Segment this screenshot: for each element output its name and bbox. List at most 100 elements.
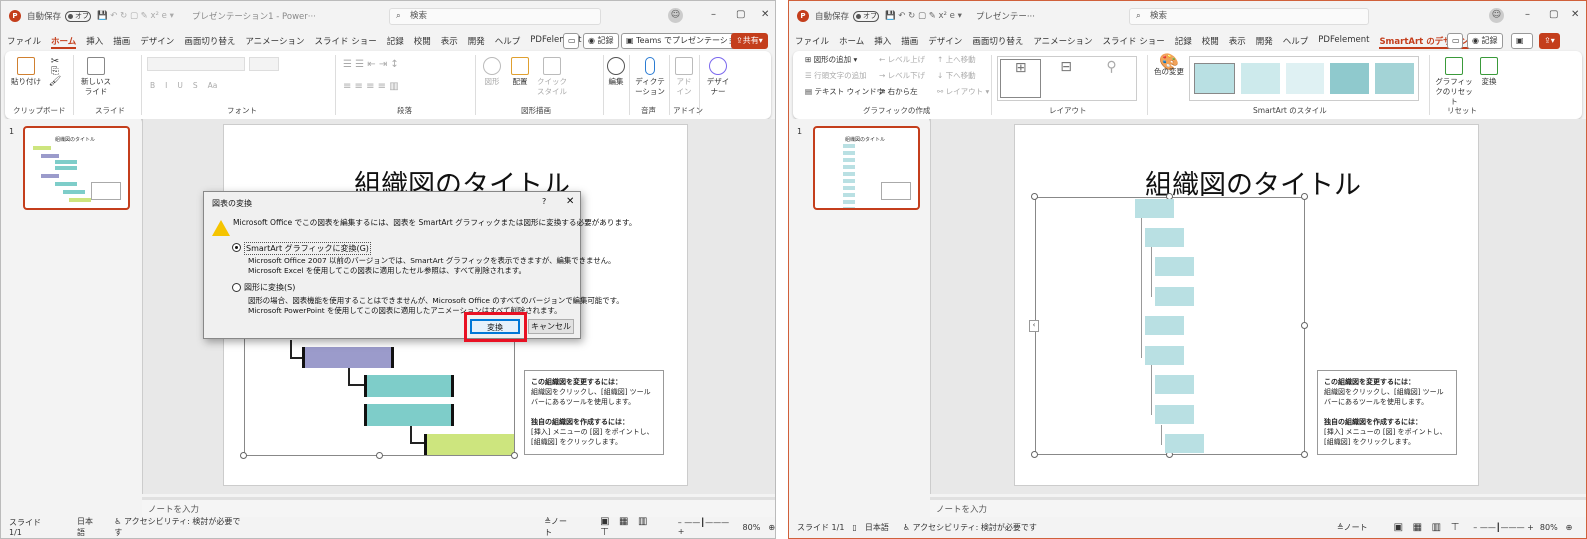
close-button[interactable]: ✕ (761, 9, 769, 20)
zoom-level[interactable]: 80% (743, 523, 761, 532)
help-button[interactable]: ? (542, 197, 546, 206)
smartart-shape[interactable] (1135, 199, 1174, 218)
smartart-shape[interactable] (1165, 434, 1204, 453)
smartart-shape[interactable] (1155, 375, 1194, 394)
style-option[interactable] (1330, 63, 1370, 94)
add-shape-button[interactable]: ⊞ 図形の追加 ▾ (805, 55, 857, 65)
teams-button[interactable]: ▣ Teams でプレゼンテーション (621, 33, 749, 49)
change-colors-button[interactable]: 🎨 色の変更 (1153, 54, 1185, 77)
view-buttons[interactable]: ▣ ▦ ▥ ⊤ (600, 516, 664, 538)
smartart-radio[interactable] (232, 243, 241, 252)
slide-thumbnail[interactable]: 組織図のタイトル (813, 126, 920, 210)
view-buttons[interactable]: ▣ ▦ ▥ ⊤ (1394, 522, 1460, 533)
maximize-button[interactable]: ▢ (1549, 9, 1558, 20)
tab[interactable]: 挿入 (874, 35, 891, 49)
search-input[interactable]: ⌕ 検索 (389, 8, 601, 25)
style-option[interactable] (1375, 63, 1414, 94)
layout-gallery[interactable]: ⊞ ⊟ ⚲ (997, 56, 1137, 101)
tab[interactable]: ヘルプ (1283, 35, 1309, 49)
tab[interactable]: 校閲 (414, 35, 431, 49)
tab[interactable]: スライド ショー (1103, 35, 1165, 49)
zoom-slider[interactable]: – ——┃——— + (1473, 523, 1534, 532)
slide-canvas[interactable]: 組織図のタイトル ‹ この組織図を変更するには： 組織図をクリックし、[組織図] … (1014, 124, 1479, 486)
tab[interactable]: ファイル (795, 35, 829, 49)
close-button[interactable]: ✕ (566, 196, 574, 207)
shapes-button[interactable]: 図形 (479, 57, 505, 87)
avatar[interactable]: ☺ (668, 8, 683, 23)
layout-button[interactable]: ⚯ レイアウト ▾ (937, 87, 989, 97)
smartart-shape[interactable] (1145, 228, 1184, 247)
notes-input[interactable]: ノートを入力 (930, 497, 1586, 517)
tab[interactable]: デザイン (140, 35, 174, 49)
editing-button[interactable]: 編集 (605, 57, 627, 87)
org-box[interactable] (364, 375, 454, 397)
paste-button[interactable]: 貼り付け (11, 57, 41, 87)
record-button[interactable]: ◉ 記録 (583, 33, 619, 49)
slide-thumbnail[interactable]: 組織図のタイトル (23, 126, 130, 210)
fit-slide-icon[interactable]: ⊕ (1566, 523, 1573, 532)
notes-input[interactable]: ノートを入力 (142, 497, 775, 517)
share-button[interactable]: ⇪▾ (1539, 33, 1560, 49)
tab[interactable]: 記録 (1175, 35, 1192, 49)
maximize-button[interactable]: ▢ (736, 9, 745, 20)
layout-option[interactable]: ⚲ (1091, 59, 1132, 98)
smartart-shape[interactable] (1155, 257, 1194, 276)
autosave-toggle[interactable]: オフ (65, 10, 92, 22)
quick-access-icons[interactable]: 💾 ↶ ↻ ▢ ✎ x² e ▾ (97, 11, 174, 21)
font-format-button[interactable]: Aa (208, 81, 218, 90)
language-status[interactable]: 日本語 (865, 522, 889, 533)
search-input[interactable]: ⌕ 検索 (1129, 8, 1369, 25)
font-format-button[interactable]: S (193, 81, 198, 90)
tab[interactable]: ファイル (7, 35, 41, 49)
addins-button[interactable]: アドイン (673, 57, 695, 97)
move-up-button[interactable]: ↑ 上へ移動 (937, 55, 976, 65)
tab[interactable]: アニメーション (1033, 35, 1092, 49)
layout-option[interactable]: ⊞ (1000, 59, 1042, 98)
quick-access-icons[interactable]: 💾 ↶ ↻ ▢ ✎ x² e ▾ (885, 11, 962, 21)
spellcheck-icon[interactable]: ▯ (852, 523, 856, 532)
style-option[interactable] (1240, 63, 1280, 94)
tab[interactable]: 描画 (113, 35, 130, 49)
font-format-button[interactable]: U (177, 81, 183, 90)
tab[interactable]: 描画 (901, 35, 918, 49)
tab[interactable]: PDFelement (1318, 35, 1369, 49)
tab[interactable]: 開発 (1256, 35, 1273, 49)
tab[interactable]: 挿入 (86, 35, 103, 49)
cut-icon[interactable]: ✂ ⎘ 🖌 (45, 57, 65, 87)
style-option[interactable] (1285, 63, 1325, 94)
move-down-button[interactable]: ↓ 下へ移動 (937, 71, 976, 81)
tab[interactable]: 画面切り替え (972, 35, 1023, 49)
tab[interactable]: 画面切り替え (184, 35, 235, 49)
tab[interactable]: スライド ショー (315, 35, 377, 49)
instruction-textbox[interactable]: この組織図を変更するには： 組織図をクリックし、[組織図] ツールバーにあるツール… (1317, 370, 1457, 455)
text-pane-toggle[interactable]: ‹ (1029, 320, 1039, 332)
tab[interactable]: デザイン (928, 35, 962, 49)
smartart-shape[interactable] (1155, 287, 1194, 306)
font-format-buttons[interactable]: B I U S Aa (150, 81, 217, 90)
font-format-button[interactable]: I (165, 81, 167, 90)
tab[interactable]: 校閲 (1202, 35, 1219, 49)
smartart-shape[interactable] (1155, 405, 1194, 424)
accessibility-status[interactable]: ♿ アクセシビリティ: 検討が必要です (903, 522, 1037, 533)
language-status[interactable]: 日本語 (77, 516, 100, 538)
tab[interactable]: 記録 (387, 35, 404, 49)
instruction-textbox[interactable]: この組織図を変更するには： 組織図をクリックし、[組織図] ツールバーにあるツール… (524, 370, 664, 455)
convert-button[interactable]: 変換 (470, 319, 520, 334)
font-format-button[interactable]: B (150, 81, 155, 90)
tab[interactable]: ホーム (51, 35, 77, 49)
dictate-button[interactable]: ディクテーション (633, 57, 667, 97)
quick-styles-button[interactable]: クイックスタイル (535, 57, 569, 97)
record-button[interactable]: ◉ 記録 (1467, 33, 1503, 49)
share-button[interactable]: ⇪共有▾ (731, 33, 768, 49)
accessibility-status[interactable]: ♿ アクセシビリティ: 検討が必要です (114, 516, 244, 538)
org-box[interactable] (424, 434, 514, 455)
cancel-button[interactable]: キャンセル (528, 319, 574, 334)
minimize-button[interactable]: – (711, 9, 716, 20)
tab[interactable]: 開発 (468, 35, 485, 49)
minimize-button[interactable]: – (1525, 9, 1530, 20)
teams-button[interactable]: ▣ (1511, 33, 1533, 49)
designer-button[interactable]: デザイナー (705, 57, 731, 97)
style-option[interactable] (1194, 63, 1235, 94)
tab[interactable]: ヘルプ (495, 35, 521, 49)
smartart-shape[interactable] (1145, 316, 1184, 335)
